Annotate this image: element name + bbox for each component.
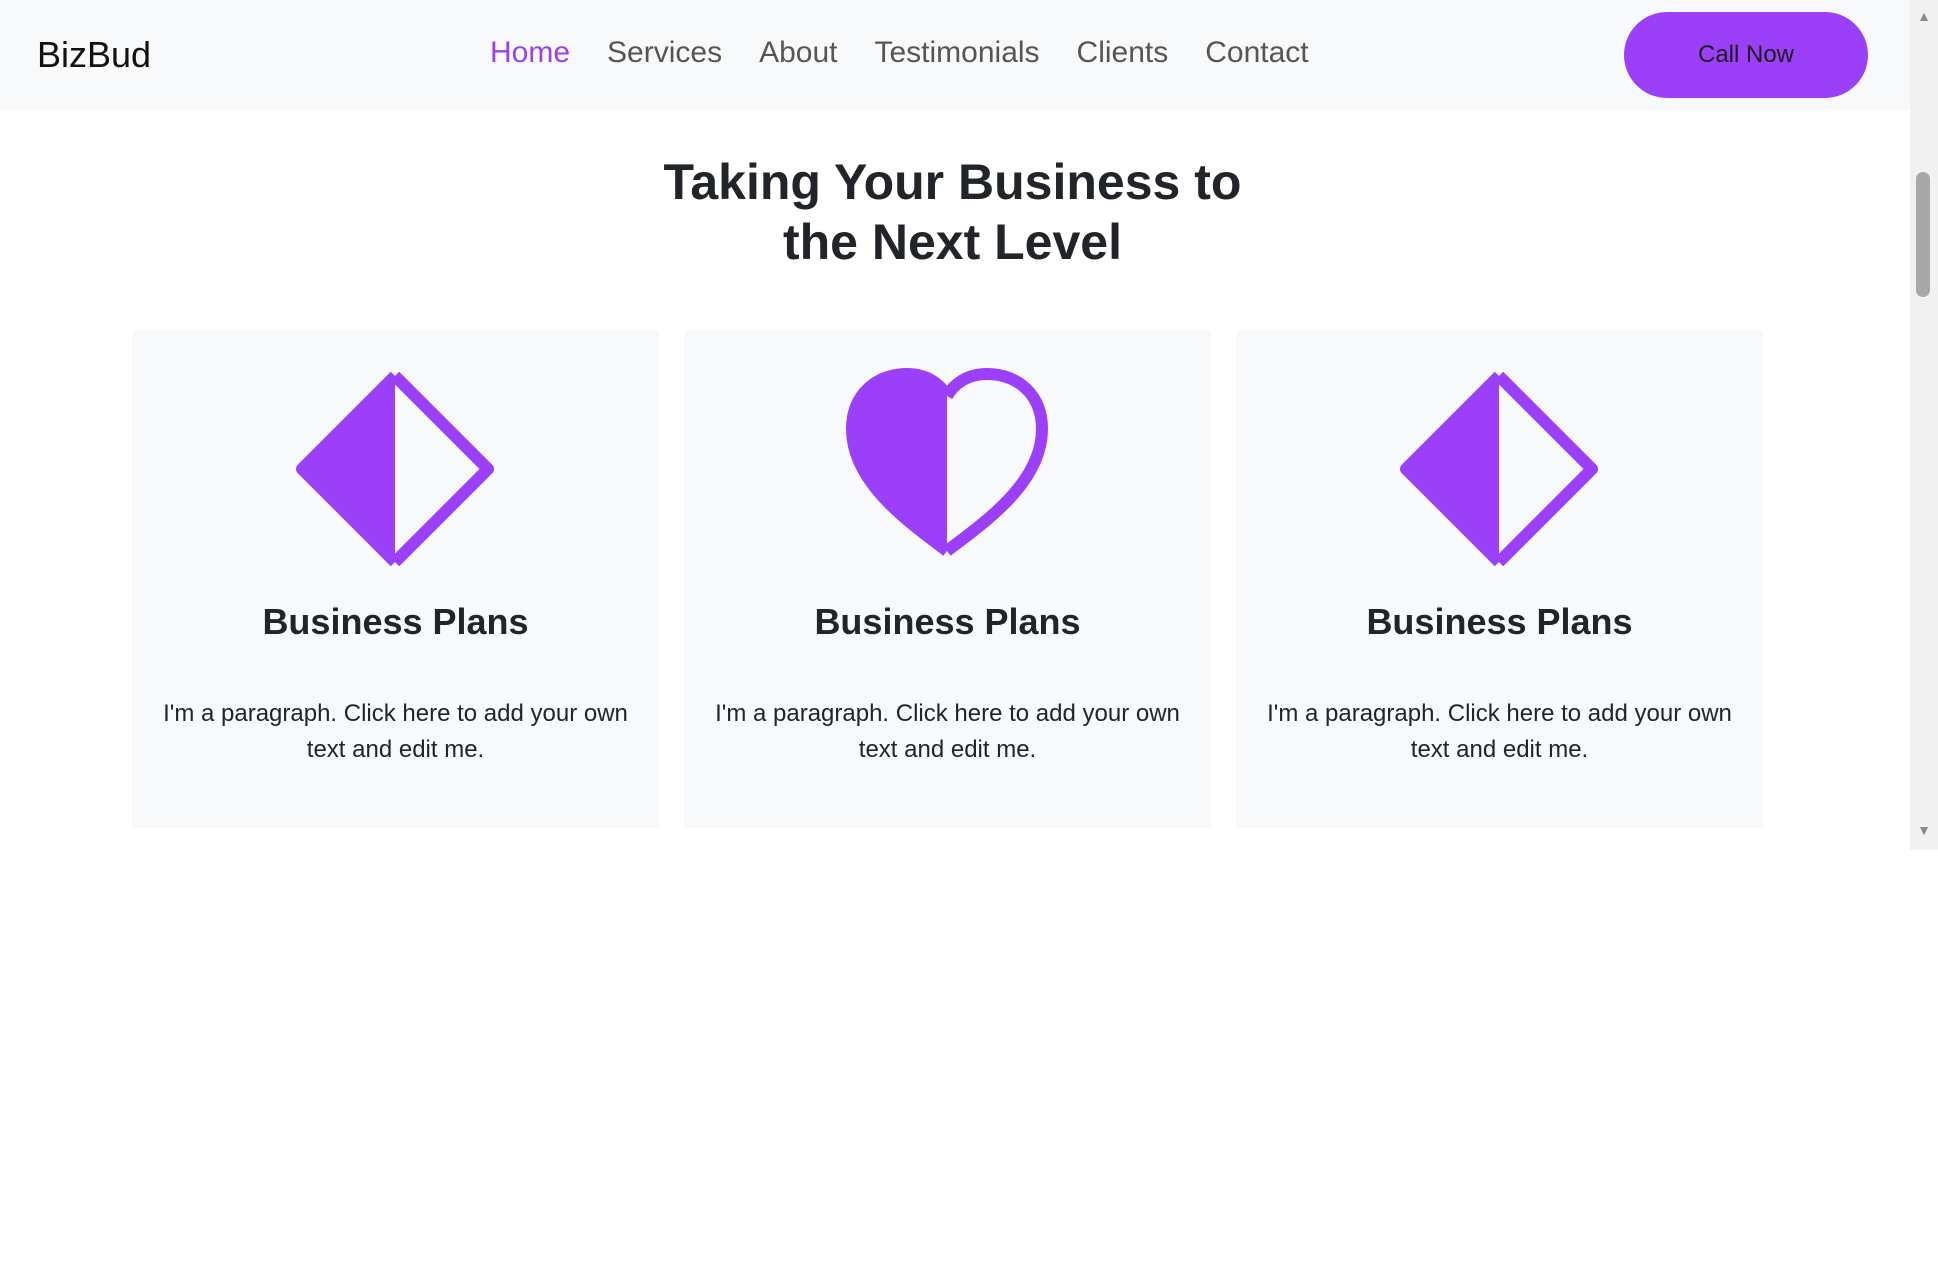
call-now-button[interactable]: Call Now [1624,12,1868,98]
nav-link-about[interactable]: About [759,36,837,70]
hero-title-line-1: Taking Your Business to [663,154,1242,210]
half-diamond-icon [1400,371,1598,567]
navbar: BizBud Home Services About Testimonials … [0,0,1910,110]
card-title: Business Plans [262,601,529,642]
nav-link-services[interactable]: Services [607,36,722,70]
card-text: I'm a paragraph. Click here to add your … [715,700,1180,763]
nav-links: Home Services About Testimonials Clients… [490,36,1346,70]
hero-title: Taking Your Business to the Next Level [600,152,1305,272]
service-card-1: Business Plans I'm a paragraph. Click he… [132,330,659,828]
service-card-2: Business Plans I'm a paragraph. Click he… [684,330,1211,828]
nav-link-clients[interactable]: Clients [1077,36,1169,70]
brand-logo[interactable]: BizBud [37,34,151,76]
service-card-3: Business Plans I'm a paragraph. Click he… [1236,330,1763,828]
page-viewport: BizBud Home Services About Testimonials … [0,0,1938,850]
card-title: Business Plans [814,601,1081,642]
card-text: I'm a paragraph. Click here to add your … [163,700,628,763]
card-text: I'm a paragraph. Click here to add your … [1267,700,1732,763]
scroll-thumb[interactable] [1916,172,1930,297]
nav-link-contact[interactable]: Contact [1205,36,1308,70]
hero-title-line-2: the Next Level [782,214,1122,270]
scroll-up-arrow-icon[interactable]: ▲ [1910,4,1938,28]
card-title: Business Plans [1366,601,1633,642]
scroll-down-arrow-icon[interactable]: ▼ [1910,818,1938,842]
vertical-scrollbar[interactable]: ▲ ▼ [1910,0,1938,850]
nav-link-home[interactable]: Home [490,36,570,70]
half-diamond-icon [296,371,494,567]
half-heart-icon [846,368,1048,556]
nav-link-testimonials[interactable]: Testimonials [874,36,1039,70]
